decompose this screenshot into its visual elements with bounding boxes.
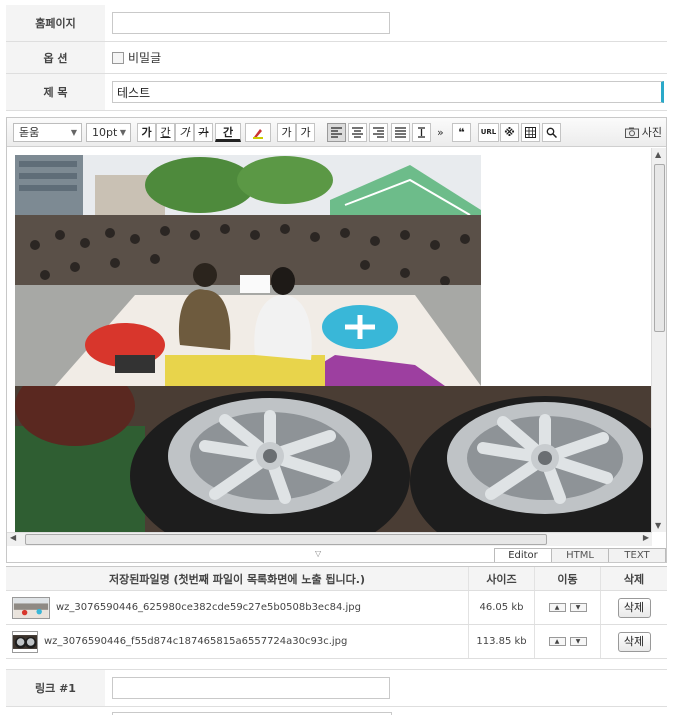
align-left-icon[interactable] xyxy=(327,123,346,142)
table-icon[interactable] xyxy=(521,123,540,142)
title-input[interactable] xyxy=(112,81,664,103)
italic-button[interactable]: 가 xyxy=(175,123,194,142)
camera-icon xyxy=(624,127,639,138)
superscript-button[interactable]: 가 xyxy=(277,123,296,142)
font-color-button[interactable]: 간 xyxy=(215,123,241,142)
content-image-plaza xyxy=(15,155,481,386)
file-size: 113.85 kb xyxy=(469,625,535,658)
move-up-icon[interactable]: ▲ xyxy=(548,637,566,646)
highlight-icon[interactable] xyxy=(245,123,271,142)
link1-row: 링크 #1 xyxy=(6,669,667,707)
photo-button[interactable]: 사진 xyxy=(624,124,662,140)
delete-file-button[interactable]: 삭제 xyxy=(617,597,651,618)
file-move-header: 이동 xyxy=(535,567,601,590)
move-down-icon[interactable]: ▼ xyxy=(569,603,587,612)
special-char-icon[interactable]: ※ xyxy=(500,123,519,142)
align-center-icon[interactable] xyxy=(348,123,367,142)
file-name: wz_3076590446_625980ce382cde59c27e5b0508… xyxy=(56,602,361,613)
move-up-icon[interactable]: ▲ xyxy=(548,603,566,612)
homepage-label: 홈페이지 xyxy=(6,5,105,41)
title-label: 제 목 xyxy=(6,74,105,110)
underline-button[interactable]: 간 xyxy=(156,123,175,142)
file-thumbnail xyxy=(12,596,50,619)
scroll-right-icon[interactable]: ▶ xyxy=(643,533,649,542)
subscript-button[interactable]: 가 xyxy=(296,123,315,142)
horizontal-scrollbar[interactable]: ◀ ▶ xyxy=(7,532,652,546)
title-row: 제 목 xyxy=(6,74,667,111)
search-icon[interactable] xyxy=(542,123,561,142)
file-name: wz_3076590446_f55d874c187465815a6557724a… xyxy=(44,636,348,647)
vertical-scrollbar[interactable]: ▲ ▼ xyxy=(651,148,666,532)
scroll-down-icon[interactable]: ▼ xyxy=(655,521,661,530)
editor-mode-tabs: Editor HTML TEXT xyxy=(494,548,666,562)
bold-button[interactable]: 가 xyxy=(137,123,156,142)
font-size-select[interactable]: 10pt ▼ xyxy=(86,123,131,142)
tab-html[interactable]: HTML xyxy=(551,548,609,562)
wysiwyg-editor: 돋움 ▼ 10pt ▼ 가 간 가 가 간 가 가 » ❝ URL ※ 사진 ▲… xyxy=(6,117,667,563)
option-row: 옵 션 비밀글 xyxy=(6,42,667,74)
url-link-button[interactable]: URL xyxy=(478,123,499,142)
photo-label: 사진 xyxy=(641,126,662,139)
more-tools-button[interactable]: » xyxy=(437,126,444,139)
quote-icon[interactable]: ❝ xyxy=(452,123,471,142)
justify-icon[interactable] xyxy=(391,123,410,142)
table-row: wz_3076590446_f55d874c187465815a6557724a… xyxy=(6,625,667,659)
homepage-input[interactable] xyxy=(112,12,390,34)
line-height-icon[interactable] xyxy=(412,123,431,142)
option-label: 옵 션 xyxy=(6,42,105,73)
vertical-scroll-thumb[interactable] xyxy=(654,164,665,332)
table-row: wz_3076590446_625980ce382cde59c27e5b0508… xyxy=(6,591,667,625)
link1-input[interactable] xyxy=(112,677,390,699)
homepage-row: 홈페이지 xyxy=(6,5,667,42)
file-thumbnail xyxy=(12,630,38,653)
file-name-header: 저장된파일명 (첫번째 파일이 목록화면에 노출 됩니다.) xyxy=(6,567,469,590)
strike-button[interactable]: 가 xyxy=(194,123,213,142)
horizontal-scroll-thumb[interactable] xyxy=(25,534,547,545)
resize-grip-icon[interactable]: ▽ xyxy=(315,549,321,558)
editor-content[interactable] xyxy=(7,148,652,532)
content-image-tires xyxy=(15,386,652,532)
secret-checkbox[interactable] xyxy=(112,51,124,64)
editor-toolbar: 돋움 ▼ 10pt ▼ 가 간 가 가 간 가 가 » ❝ URL ※ 사진 xyxy=(7,118,666,147)
delete-file-button[interactable]: 삭제 xyxy=(617,631,651,652)
secret-label: 비밀글 xyxy=(128,51,162,65)
scroll-up-icon[interactable]: ▲ xyxy=(655,150,661,159)
file-size: 46.05 kb xyxy=(469,591,535,624)
move-down-icon[interactable]: ▼ xyxy=(569,637,587,646)
scroll-left-icon[interactable]: ◀ xyxy=(10,533,16,542)
file-delete-header: 삭제 xyxy=(623,572,645,586)
attached-files-table: 저장된파일명 (첫번째 파일이 목록화면에 노출 됩니다.) 사이즈 이동 삭제… xyxy=(6,566,667,659)
tab-text[interactable]: TEXT xyxy=(608,548,666,562)
file-size-header: 사이즈 xyxy=(469,567,535,590)
tab-editor[interactable]: Editor xyxy=(494,548,552,562)
files-header: 저장된파일명 (첫번째 파일이 목록화면에 노출 됩니다.) 사이즈 이동 삭제 xyxy=(6,567,667,591)
font-family-select[interactable]: 돋움 ▼ xyxy=(13,123,82,142)
align-right-icon[interactable] xyxy=(369,123,388,142)
link1-label: 링크 #1 xyxy=(6,670,105,706)
